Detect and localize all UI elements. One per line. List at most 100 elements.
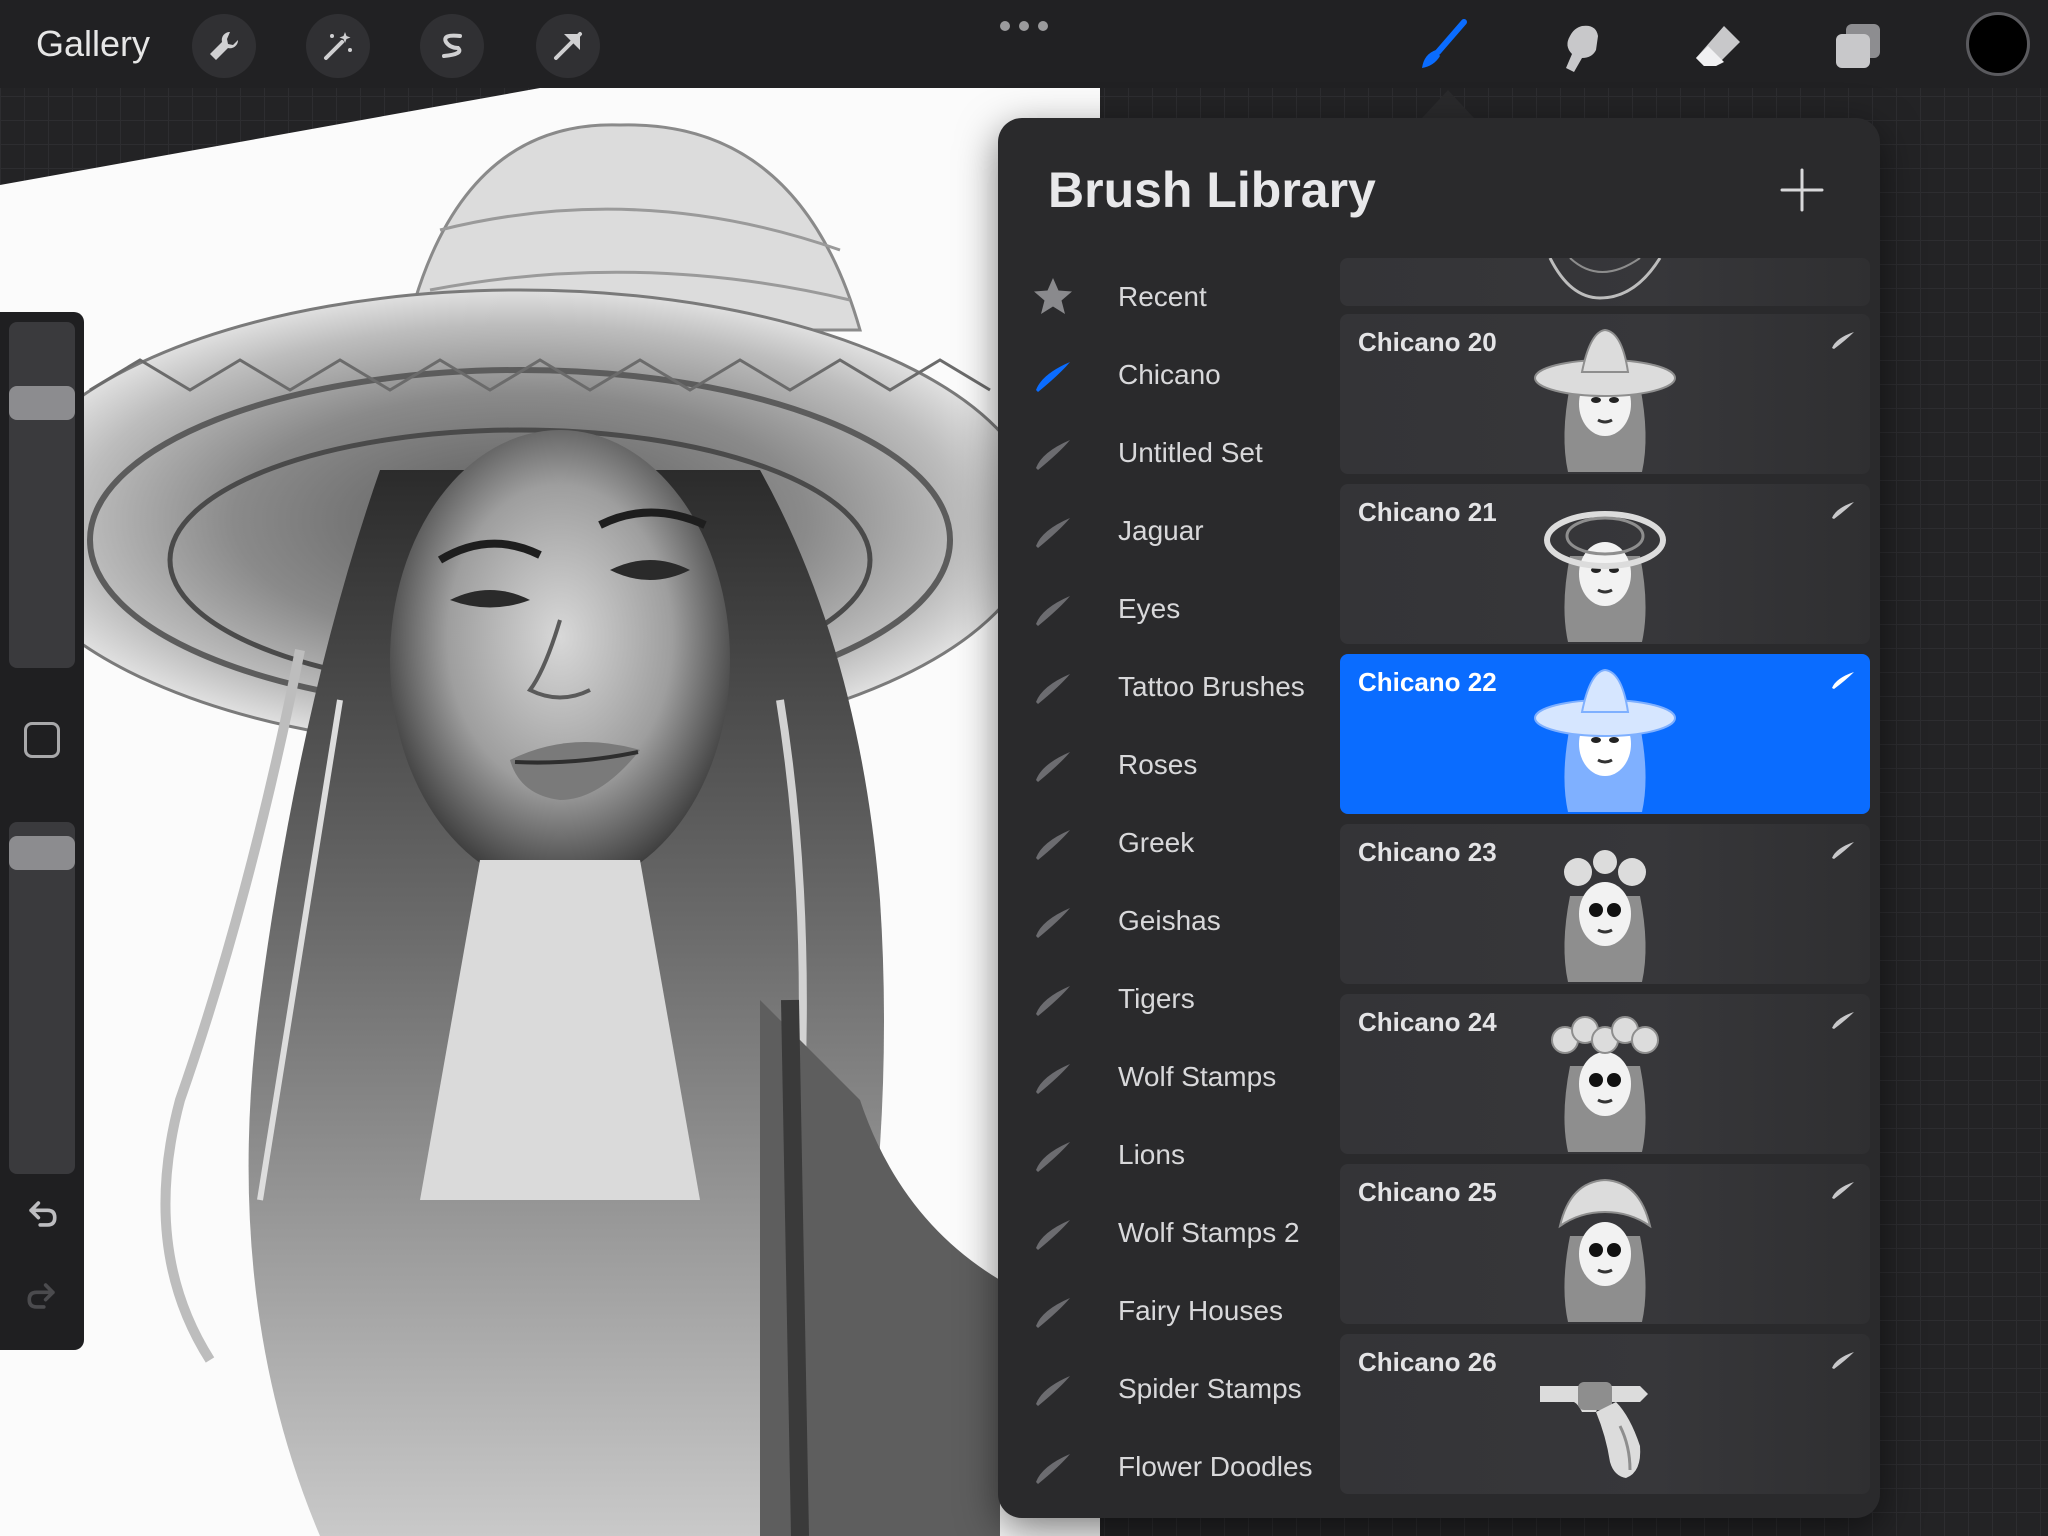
brush-set-label: Untitled Set [1118,437,1263,468]
eraser-icon [1696,26,1740,66]
brush-size-thumb[interactable] [9,386,75,420]
layers-button[interactable] [1826,14,1890,78]
brush-name: Chicano 20 [1358,327,1497,357]
brush-set-item[interactable]: Tattoo Brushes [998,648,1328,726]
brush-stroke-icon [1832,1352,1854,1369]
color-picker-button[interactable] [1966,12,2030,76]
brush-set-list: Recent Chicano Untitled Set Jaguar Eyes Tatto… [998,258,1328,1518]
brush-card[interactable]: Chicano 24 [1340,994,1870,1154]
add-brush-button[interactable] [1774,162,1830,218]
brush-set-item[interactable]: Roses [998,726,1328,804]
brush-stroke-icon [1832,1012,1854,1029]
brush-card-partial[interactable] [1340,258,1870,306]
actions-button[interactable] [192,14,256,78]
brush-thumbnail [1564,850,1646,982]
popover-arrow [1422,90,1474,118]
brush-stroke-icon [1036,752,1070,782]
brush-stroke-icon [1036,518,1070,548]
brush-stroke-icon [1036,1064,1070,1094]
eraser-tool-button[interactable] [1686,14,1750,78]
brush-stroke-icon [1036,830,1070,860]
brush-thumbnail [1540,1382,1648,1478]
brush-thumbnail [1548,258,1662,300]
brush-stroke-icon [1036,986,1070,1016]
wrench-icon [210,31,239,60]
brush-tool-button[interactable] [1410,14,1474,78]
brush-name: Chicano 22 [1358,667,1497,697]
brush-stroke-icon [1036,440,1070,470]
redo-button[interactable] [20,1274,64,1318]
brush-library-panel: Brush Library Recent Chicano Untitled Set J… [998,118,1880,1518]
brush-stroke-icon [1832,672,1854,689]
star-icon [1034,278,1072,314]
brush-opacity-thumb[interactable] [9,836,75,870]
brush-set-item[interactable]: Greek [998,804,1328,882]
selection-s-icon [442,33,462,58]
brush-set-item[interactable]: Tigers [998,960,1328,1038]
modify-button[interactable] [24,722,60,758]
brush-stroke-icon [1036,1376,1070,1406]
selection-button[interactable] [420,14,484,78]
brush-card[interactable]: Chicano 23 [1340,824,1870,984]
brush-card[interactable]: Chicano 22 [1340,654,1870,814]
brush-set-item[interactable]: Flower Doodles [998,1428,1328,1506]
brush-stroke-icon [1832,502,1854,519]
brush-stroke-icon [1036,908,1070,938]
redo-icon [27,1283,55,1309]
brush-set-label: Spider Stamps [1118,1373,1302,1404]
brush-set-item[interactable]: Jaguar [998,492,1328,570]
brush-name: Chicano 26 [1358,1347,1497,1377]
brush-set-item[interactable]: Spider Stamps [998,1350,1328,1428]
brush-card[interactable]: Chicano 21 [1340,484,1870,644]
brush-set-item[interactable]: Fairy Houses [998,1272,1328,1350]
brush-set-label: Jaguar [1118,515,1204,546]
gallery-button[interactable]: Gallery [36,22,150,66]
brush-set-item[interactable]: Wolf Stamps 2 [998,1194,1328,1272]
brush-set-label: Fairy Houses [1118,1295,1283,1326]
transform-button[interactable] [536,14,600,78]
brush-card[interactable]: Chicano 20 [1340,314,1870,474]
smudge-tool-button[interactable] [1548,14,1612,78]
undo-icon [29,1201,57,1227]
top-toolbar: Gallery [0,0,2048,88]
brush-set-item[interactable]: Lions [998,1116,1328,1194]
brush-set-label: Wolf Stamps 2 [1118,1217,1300,1248]
brush-stroke-icon [1036,596,1070,626]
brush-set-item[interactable]: Eyes [998,570,1328,648]
brush-set-label: Tattoo Brushes [1118,671,1305,702]
brush-thumbnail [1558,1178,1652,1322]
arrow-transform-icon [554,32,582,60]
brush-stroke-icon [1832,1182,1854,1199]
brush-stroke-icon [1036,362,1070,392]
brush-set-label: Tigers [1118,983,1195,1014]
brush-set-label: Roses [1118,749,1198,780]
dot-icon [1038,21,1048,31]
brush-thumbnail [1544,511,1666,642]
brush-set-item[interactable]: Recent [998,258,1328,336]
brush-name: Chicano 23 [1358,837,1497,867]
brush-set-item[interactable]: Chicano [998,336,1328,414]
brush-size-slider[interactable] [9,322,75,668]
brush-set-label: Eyes [1118,593,1181,624]
dot-icon [1000,21,1010,31]
left-sidebar [0,312,84,1350]
adjustments-button[interactable] [306,14,370,78]
brush-stroke-icon [1036,1142,1070,1172]
brush-set-item[interactable]: Untitled Set [998,414,1328,492]
brush-card[interactable]: Chicano 25 [1340,1164,1870,1324]
brush-library-title: Brush Library [1048,162,1376,218]
smudge-icon [1566,25,1598,72]
brush-set-item[interactable]: Geishas [998,882,1328,960]
brush-opacity-slider[interactable] [9,822,75,1174]
brush-set-label: Recent [1118,281,1207,312]
brush-set-label: Flower Doodles [1118,1451,1313,1482]
drawing-canvas[interactable] [0,0,1100,1536]
undo-button[interactable] [20,1192,64,1236]
brush-card[interactable]: Chicano 26 [1340,1334,1870,1494]
brush-set-item[interactable]: Wolf Stamps [998,1038,1328,1116]
more-options-button[interactable] [1000,16,1048,36]
brush-stroke-icon [1832,842,1854,859]
brush-set-label: Wolf Stamps [1118,1061,1277,1092]
brush-stroke-icon [1036,674,1070,704]
brush-stroke-icon [1036,1454,1070,1484]
